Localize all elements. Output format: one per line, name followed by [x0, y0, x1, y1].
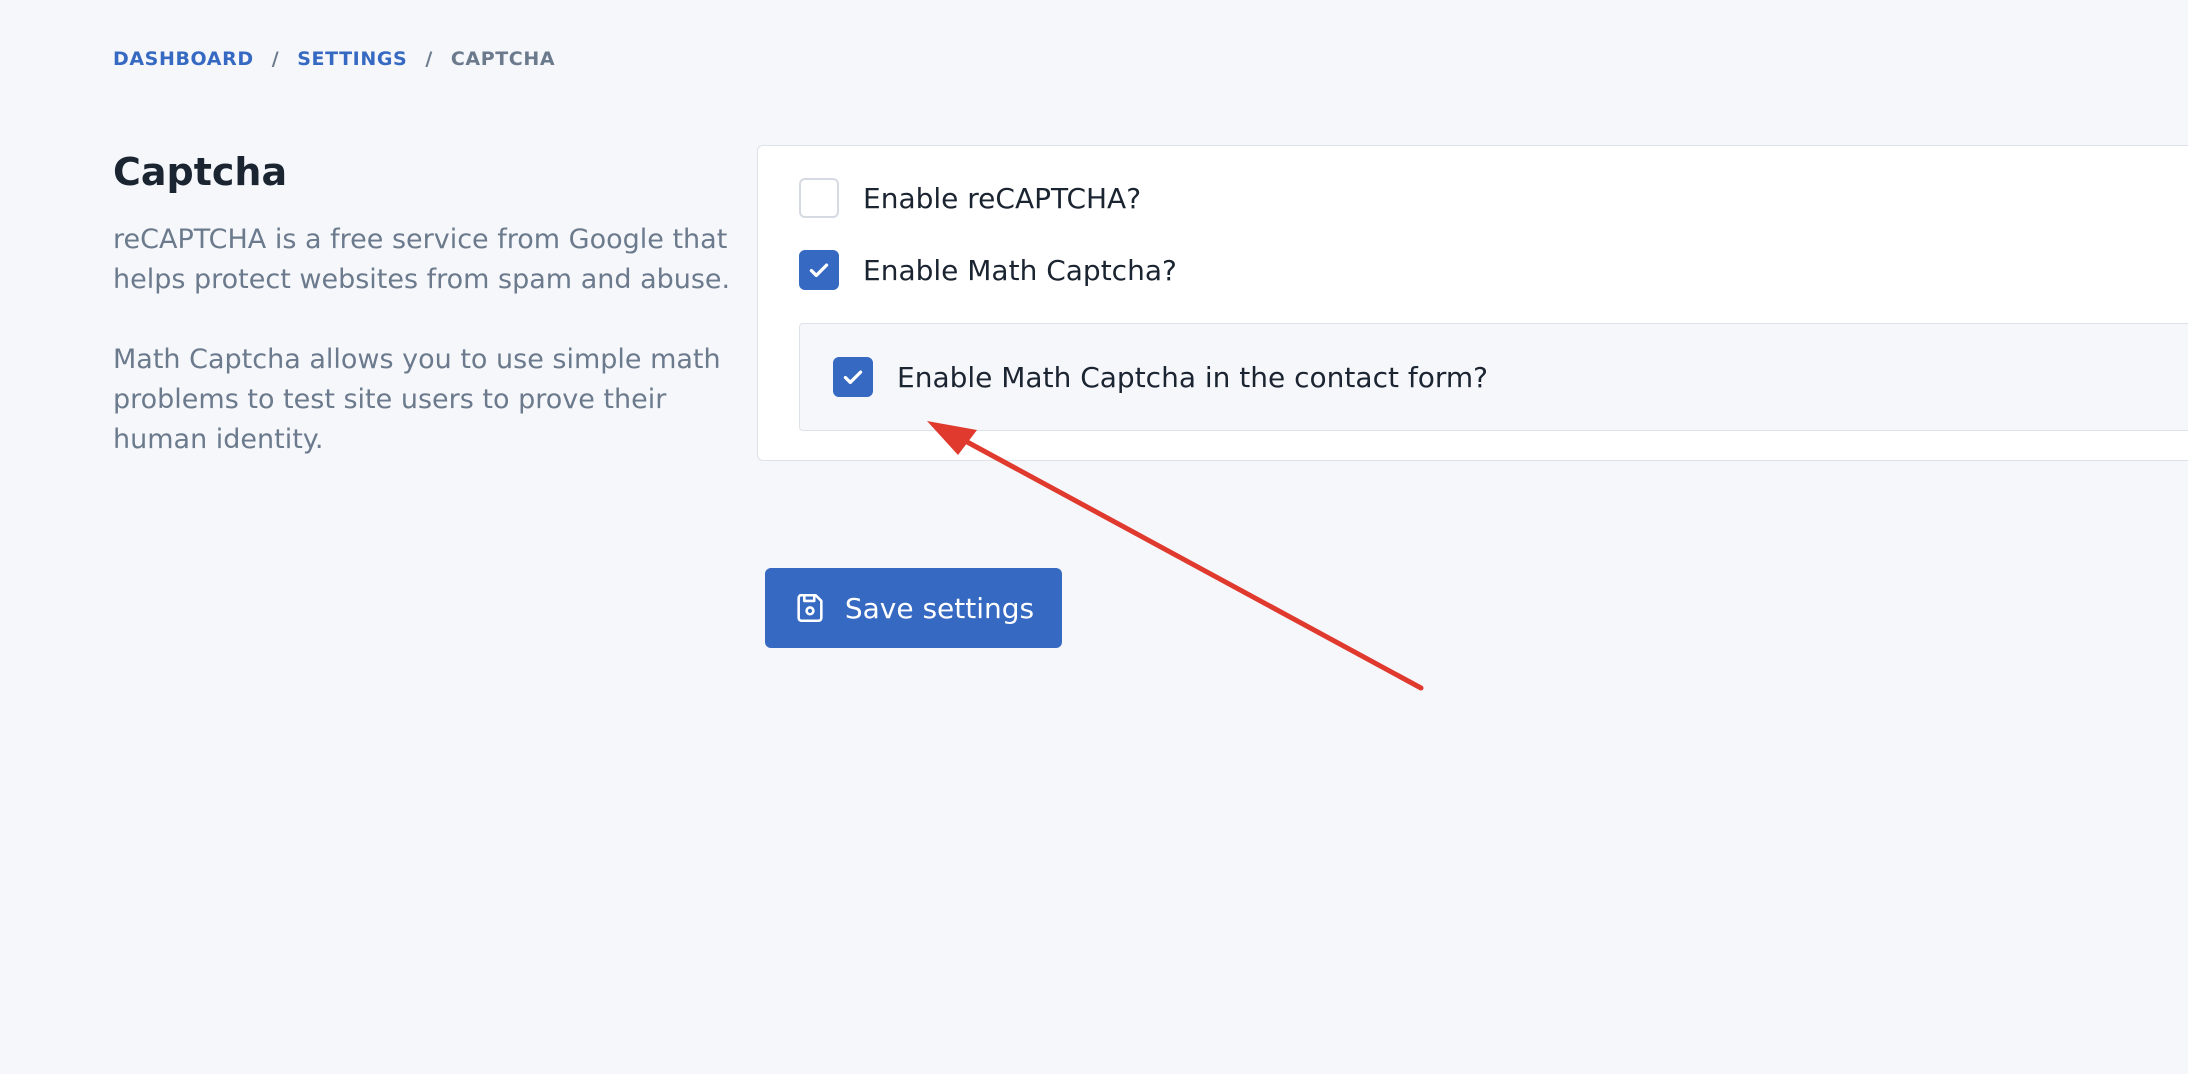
captcha-settings-card: Enable reCAPTCHA? Enable Math Captcha? E… [757, 145, 2188, 461]
breadcrumb-separator: / [425, 48, 433, 70]
math-captcha-description: Math Captcha allows you to use simple ma… [113, 344, 721, 455]
math-captcha-subsettings: Enable Math Captcha in the contact form? [799, 323, 2188, 431]
math-captcha-contact-checkbox[interactable] [833, 357, 873, 397]
math-captcha-contact-label: Enable Math Captcha in the contact form? [897, 360, 1488, 394]
math-captcha-contact-option[interactable]: Enable Math Captcha in the contact form? [833, 357, 1488, 397]
recaptcha-label: Enable reCAPTCHA? [863, 181, 1142, 215]
math-captcha-label: Enable Math Captcha? [863, 253, 1177, 287]
breadcrumb-dashboard-link[interactable]: DASHBOARD [113, 48, 254, 70]
recaptcha-description: reCAPTCHA is a free service from Google … [113, 224, 731, 295]
page-title: Captcha [113, 150, 288, 194]
math-captcha-checkbox[interactable] [799, 250, 839, 290]
save-settings-label: Save settings [844, 591, 1035, 625]
recaptcha-option[interactable]: Enable reCAPTCHA? [799, 178, 1141, 218]
math-captcha-option[interactable]: Enable Math Captcha? [799, 250, 1177, 290]
breadcrumb-separator: / [271, 48, 280, 70]
checkmark-icon [809, 263, 829, 278]
checkmark-icon [843, 370, 863, 385]
breadcrumb-current: CAPTCHA [450, 48, 556, 70]
breadcrumb-settings-link[interactable]: SETTINGS [297, 48, 407, 70]
recaptcha-checkbox[interactable] [799, 178, 839, 218]
save-settings-button[interactable]: Save settings [765, 568, 1062, 648]
breadcrumb: DASHBOARD / SETTINGS / CAPTCHA [113, 48, 555, 70]
section-description: Captcha reCAPTCHA is a free service from… [113, 148, 753, 460]
save-icon [793, 591, 827, 625]
